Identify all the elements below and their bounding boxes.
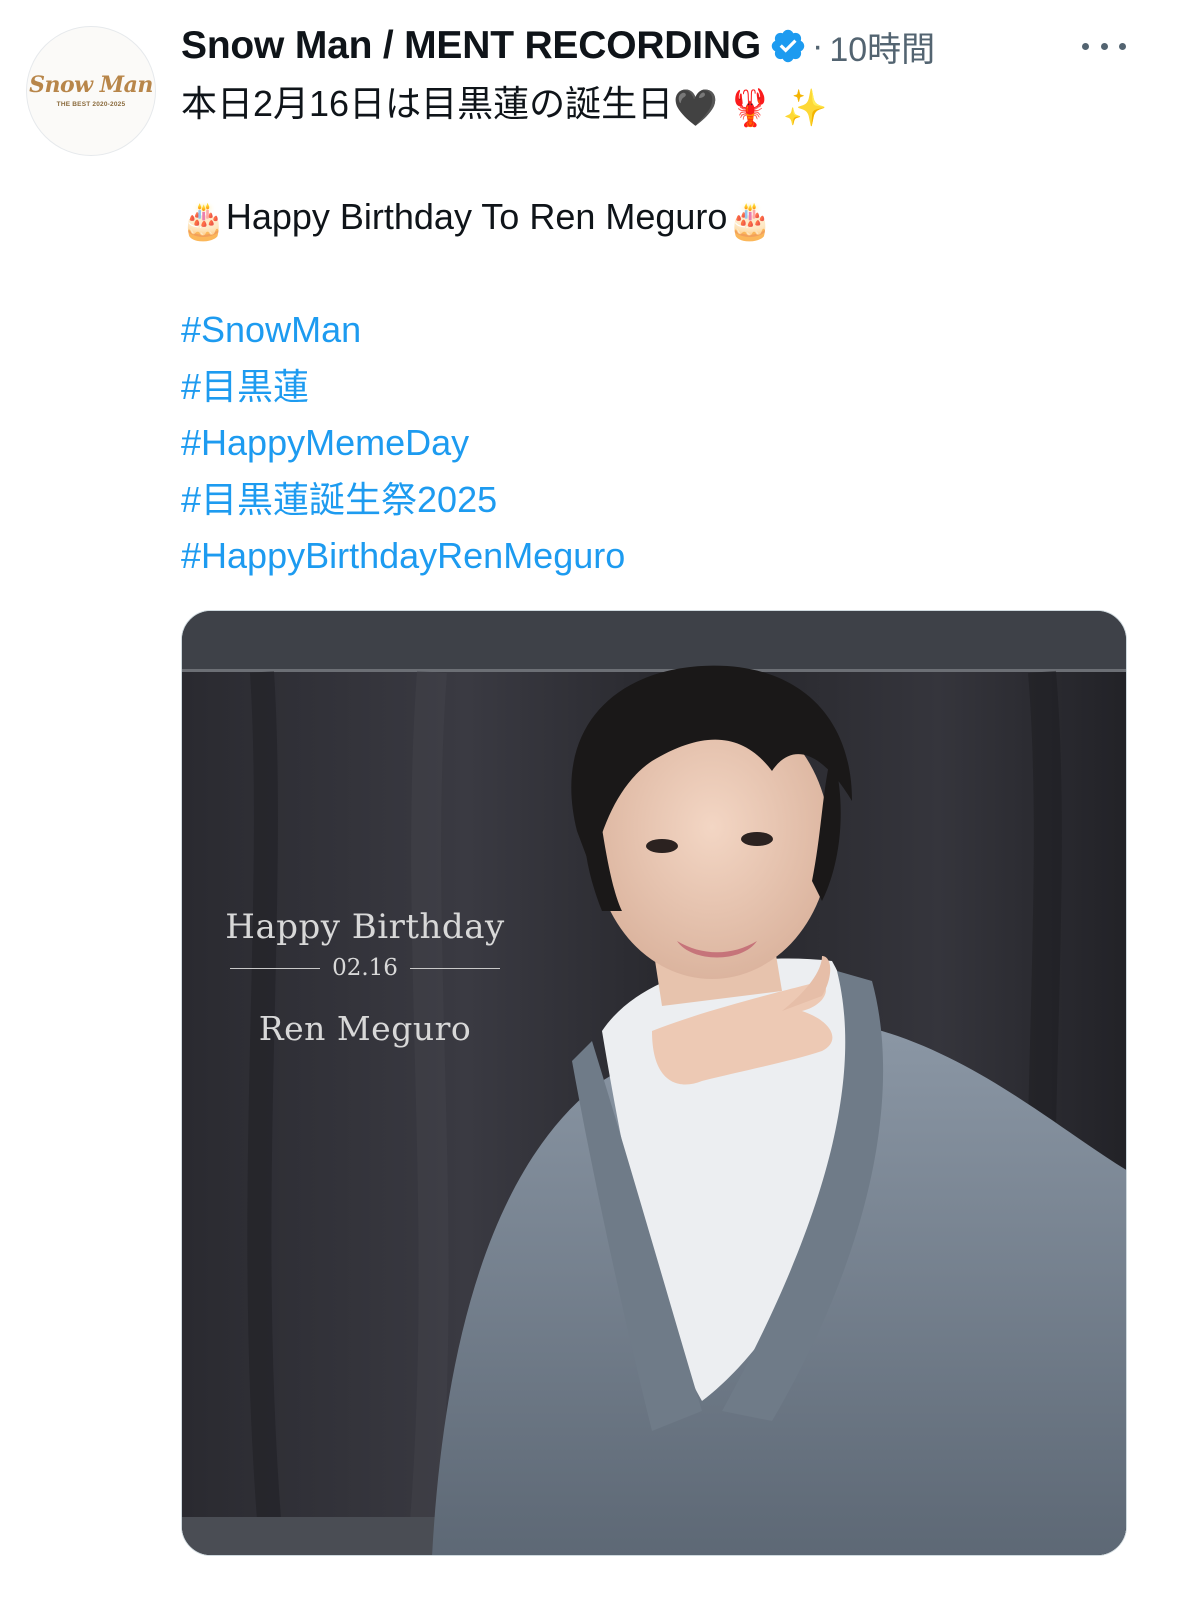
tweet-header: Snow Man / MENT RECORDING · 10時間 [181, 22, 935, 70]
avatar-subtitle: THE BEST 2020-2025 [56, 101, 126, 108]
display-name[interactable]: Snow Man / MENT RECORDING [181, 24, 761, 68]
hashtag-link[interactable]: #HappyMemeDay [181, 415, 1141, 472]
photo-date: 02.16 [332, 955, 398, 981]
photo-happy-birthday: Happy Birthday [225, 907, 505, 947]
photo-name: Ren Meguro [258, 1009, 472, 1048]
hashtag-link[interactable]: #HappyBirthdayRenMeguro [181, 528, 1141, 585]
verified-badge-icon [771, 29, 805, 63]
avatar[interactable]: Snow Man THE BEST 2020-2025 [26, 26, 156, 156]
tweet-line-2-text: Happy Birthday To Ren Meguro [225, 196, 728, 237]
cake-emoji: 🎂 [727, 200, 773, 241]
separator-dot: · [812, 26, 824, 65]
tweet-photo[interactable]: Happy Birthday 02.16 Ren Meguro [181, 610, 1127, 1556]
timestamp[interactable]: 10時間 [829, 22, 935, 71]
avatar-logo: Snow Man [29, 72, 153, 98]
cake-emoji: 🎂 [181, 200, 226, 241]
divider-line [409, 967, 501, 969]
tweet-line-1-text: 本日2月16日は目黒蓮の誕生日 [181, 83, 674, 124]
tweet-line-2: 🎂Happy Birthday To Ren Meguro🎂 [181, 189, 1141, 246]
hashtag-link[interactable]: #目黒蓮 [181, 359, 1141, 416]
photo-date-row: 02.16 [230, 955, 501, 981]
more-options-icon[interactable] [1082, 36, 1126, 56]
tweet-line-1: 本日2月16日は目黒蓮の誕生日🖤 🦞 ✨ [181, 76, 1141, 133]
hashtag-link[interactable]: #SnowMan [181, 302, 1141, 359]
portrait-photo [182, 611, 1126, 1555]
divider-line [230, 967, 321, 969]
hashtag-link[interactable]: #目黒蓮誕生祭2025 [181, 472, 1141, 529]
heart-lobster-sparkles-emoji: 🖤 🦞 ✨ [673, 87, 828, 128]
tweet-text: 本日2月16日は目黒蓮の誕生日🖤 🦞 ✨ 🎂Happy Birthday To … [181, 76, 1141, 585]
